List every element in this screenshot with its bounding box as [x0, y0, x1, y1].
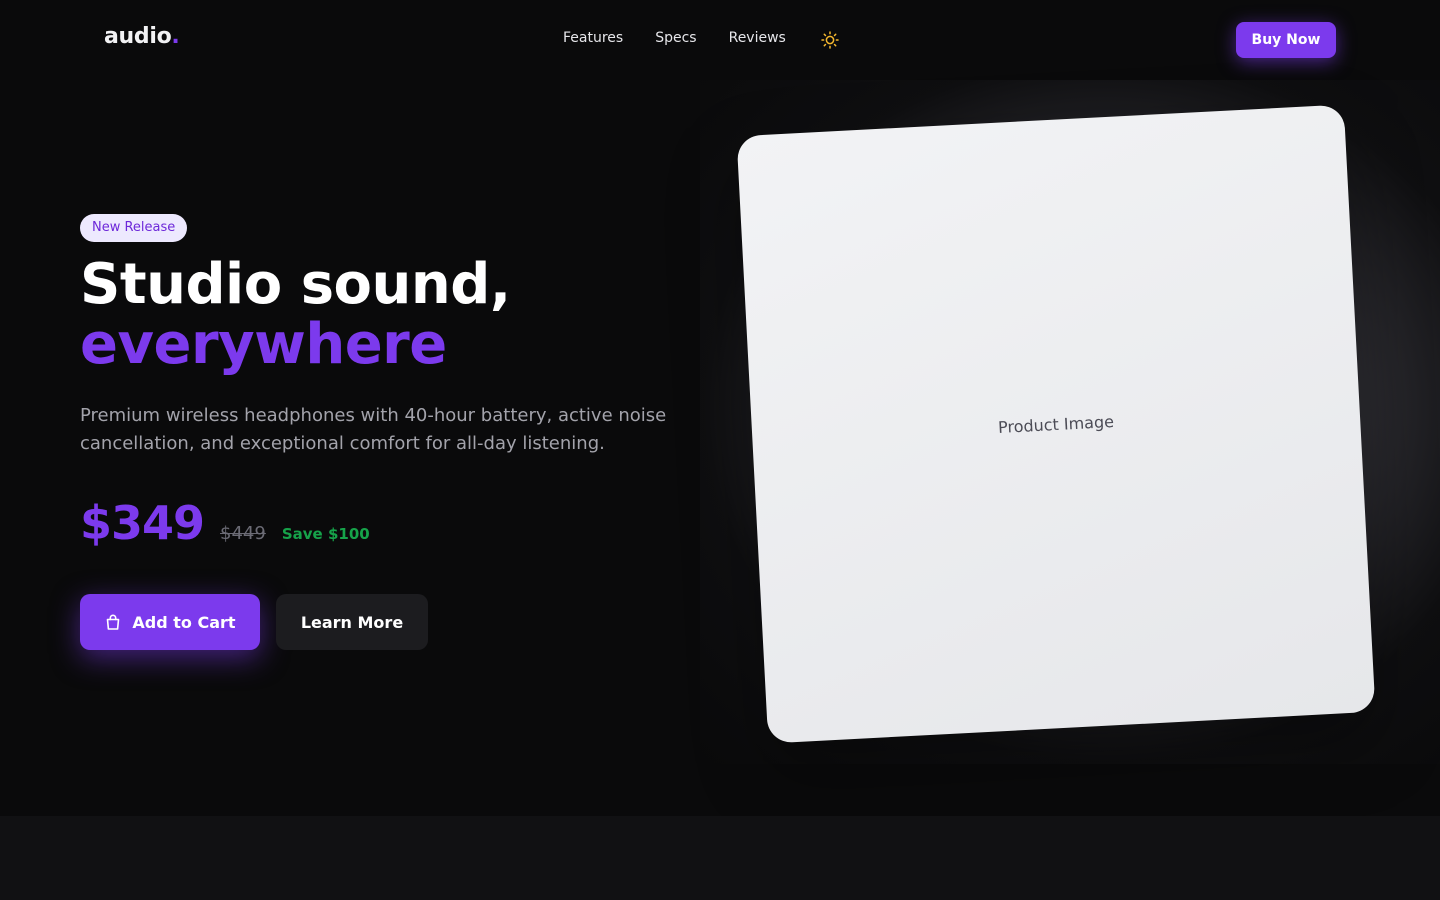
original-price: $449: [220, 523, 266, 544]
add-to-cart-button[interactable]: Add to Cart: [80, 594, 260, 650]
logo-dot: .: [171, 24, 180, 49]
add-to-cart-label: Add to Cart: [132, 612, 236, 632]
headline-line-2: everywhere: [80, 312, 447, 377]
nav-link-specs[interactable]: Specs: [655, 30, 696, 46]
savings-label: Save $100: [281, 525, 370, 543]
product-image-placeholder: Product Image: [736, 104, 1376, 744]
hero-section: New Release Studio sound, everywhere Pre…: [0, 80, 1440, 816]
hero-description: Premium wireless headphones with 40-hour…: [80, 405, 667, 454]
price-row: $349 $449 Save $100: [80, 496, 370, 550]
shopping-bag-icon: [107, 614, 120, 630]
product-image-label: Product Image: [997, 411, 1115, 437]
learn-more-button[interactable]: Learn More: [276, 594, 428, 650]
nav-links: Features Specs Reviews: [563, 30, 818, 46]
top-navigation: audio. Features Specs Reviews Buy Now: [0, 0, 1440, 80]
sun-icon: [821, 31, 839, 49]
logo-text: audio: [104, 24, 172, 49]
nav-link-reviews[interactable]: Reviews: [729, 30, 786, 46]
hero-headline: Studio sound, everywhere: [80, 255, 511, 375]
new-release-badge: New Release: [80, 214, 188, 242]
next-section: [0, 816, 1440, 900]
headline-line-1: Studio sound,: [80, 252, 511, 317]
brand-logo[interactable]: audio.: [104, 24, 180, 49]
theme-toggle-button[interactable]: [820, 30, 840, 50]
nav-link-features[interactable]: Features: [563, 30, 623, 46]
current-price: $349: [80, 496, 205, 550]
buy-now-button[interactable]: Buy Now: [1236, 22, 1336, 58]
